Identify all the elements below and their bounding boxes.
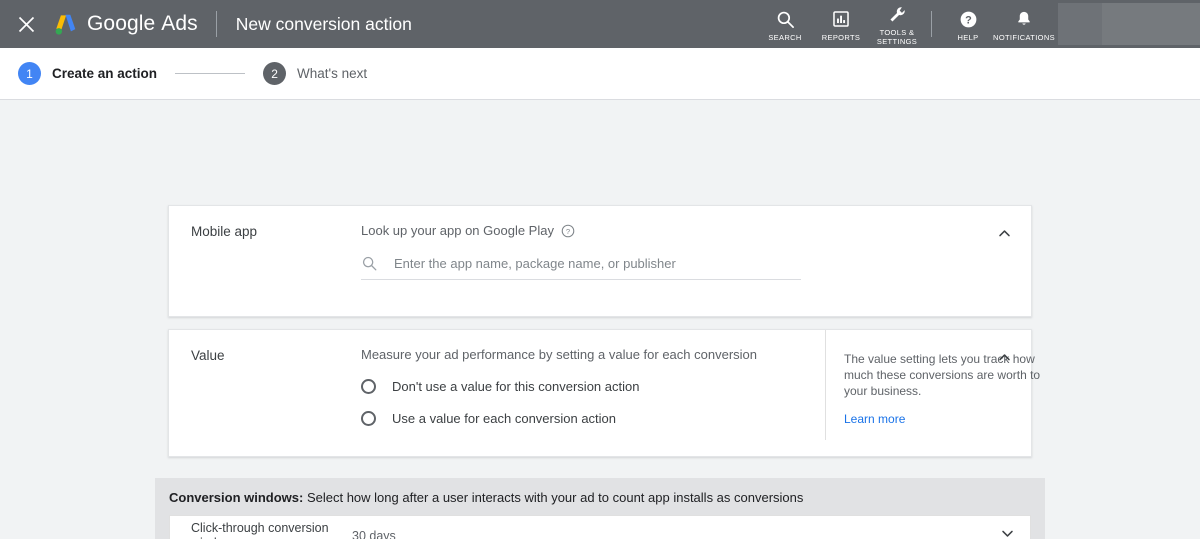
chevron-up-icon	[997, 226, 1012, 246]
mobile-app-subheading: Look up your app on Google Play ?	[361, 223, 1031, 238]
radio-button-unselected[interactable]	[361, 379, 376, 394]
tools-settings-label: TOOLS & SETTINGS	[877, 28, 917, 46]
click-through-window-dropdown[interactable]	[984, 526, 1030, 539]
search-icon[interactable]	[361, 255, 378, 272]
close-icon	[18, 16, 35, 33]
help-tool-label: HELP	[958, 33, 979, 42]
value-description: Measure your ad performance by setting a…	[361, 347, 789, 362]
search-tool-label: SEARCH	[768, 33, 801, 42]
header-tools: SEARCH REPORTS TOOLS & SETTINGS	[757, 0, 1200, 48]
click-through-window-value: 30 days	[352, 529, 984, 539]
stepper-connector	[175, 73, 245, 74]
value-options-area: Measure your ad performance by setting a…	[361, 347, 807, 426]
mobile-app-card: Mobile app Look up your app on Google Pl…	[168, 205, 1032, 317]
table-row[interactable]: Click-through conversion window 30 days	[170, 516, 1030, 539]
step-2-label: What's next	[297, 66, 367, 81]
app-search-input[interactable]	[394, 256, 801, 271]
value-help-text: The value setting lets you track how muc…	[844, 351, 1055, 399]
reports-bar-chart-icon	[832, 9, 850, 30]
notifications-button[interactable]: NOTIFICATIONS	[996, 0, 1052, 48]
step-create-an-action[interactable]: 1 Create an action	[18, 62, 157, 85]
google-ads-logo-icon	[52, 11, 78, 37]
value-card: Value Measure your ad performance by set…	[168, 329, 1032, 457]
mobile-app-card-label: Mobile app	[169, 206, 361, 316]
search-tool-button[interactable]: SEARCH	[757, 0, 813, 48]
conversion-windows-heading-bold: Conversion windows:	[169, 490, 303, 505]
value-card-label: Value	[169, 330, 361, 456]
mobile-app-subheading-text: Look up your app on Google Play	[361, 223, 554, 238]
app-search-row[interactable]	[361, 255, 801, 280]
brand-google: Google	[87, 12, 155, 35]
help-tool-button[interactable]: ? HELP	[940, 0, 996, 48]
radio-dont-use-value[interactable]: Don't use a value for this conversion ac…	[361, 379, 789, 394]
step-1-number: 1	[18, 62, 41, 85]
bell-icon	[1015, 9, 1033, 30]
step-1-label: Create an action	[52, 66, 157, 81]
radio-button-unselected[interactable]	[361, 411, 376, 426]
search-icon	[776, 9, 795, 30]
reports-tool-button[interactable]: REPORTS	[813, 0, 869, 48]
page-content: Mobile app Look up your app on Google Pl…	[0, 100, 1200, 539]
account-selector-placeholder[interactable]	[1058, 3, 1200, 45]
conversion-windows-list: Click-through conversion window 30 days …	[169, 515, 1031, 539]
step-2-number: 2	[263, 62, 286, 85]
radio-dont-use-value-label: Don't use a value for this conversion ac…	[392, 379, 639, 394]
page-title: New conversion action	[236, 14, 412, 35]
click-through-window-label: Click-through conversion window	[170, 521, 352, 539]
wizard-stepper: 1 Create an action 2 What's next	[0, 48, 1200, 100]
brand-ads: Ads	[161, 12, 198, 35]
reports-tool-label: REPORTS	[822, 33, 861, 42]
mobile-app-collapse-button[interactable]	[991, 223, 1017, 249]
learn-more-link[interactable]: Learn more	[844, 412, 905, 426]
brand-name: Google Ads	[87, 12, 198, 36]
app-header: Google Ads New conversion action SEARCH	[0, 0, 1200, 48]
chevron-up-icon	[997, 350, 1012, 370]
help-circle-icon[interactable]: ?	[561, 224, 575, 238]
tools-settings-button[interactable]: TOOLS & SETTINGS	[869, 0, 925, 48]
conversion-windows-heading-rest: Select how long after a user interacts w…	[303, 490, 803, 505]
radio-use-value[interactable]: Use a value for each conversion action	[361, 411, 789, 426]
header-divider	[216, 11, 217, 37]
value-collapse-button[interactable]	[991, 347, 1017, 373]
account-avatar-placeholder	[1058, 3, 1102, 45]
step-whats-next[interactable]: 2 What's next	[263, 62, 367, 85]
radio-use-value-label: Use a value for each conversion action	[392, 411, 616, 426]
svg-text:?: ?	[566, 226, 570, 235]
value-help-panel: The value setting lets you track how muc…	[825, 330, 1055, 440]
tools-divider	[931, 11, 932, 37]
notifications-label: NOTIFICATIONS	[993, 33, 1055, 42]
close-button[interactable]	[12, 10, 40, 38]
chevron-down-icon	[1000, 526, 1015, 539]
account-name-placeholder	[1102, 3, 1200, 45]
conversion-windows-section: Conversion windows: Select how long afte…	[155, 478, 1045, 539]
help-circle-icon: ?	[959, 9, 978, 30]
wrench-icon	[888, 4, 907, 25]
svg-text:?: ?	[965, 14, 972, 26]
conversion-windows-heading: Conversion windows: Select how long afte…	[169, 490, 1031, 505]
